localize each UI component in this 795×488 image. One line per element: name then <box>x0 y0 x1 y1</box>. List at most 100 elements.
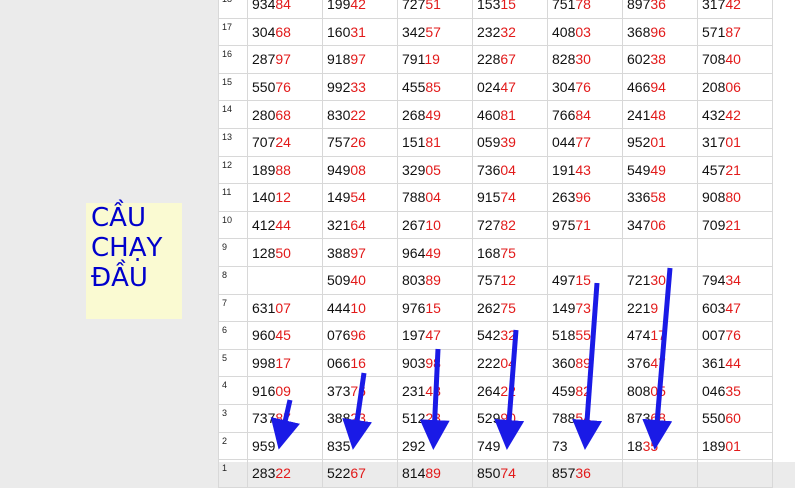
result-cell: 57187 <box>697 17 773 47</box>
table-row: 16 28797 91897 79119 22867 82830 60238 70840 <box>218 45 773 74</box>
result-cell <box>622 459 698 488</box>
result-head-digits: 549 <box>627 161 651 178</box>
result-head-digits: 388 <box>327 244 351 261</box>
result-head-digits: 321 <box>327 217 351 234</box>
result-head-digits: 522 <box>327 465 351 482</box>
results-grid: 1893484199427275115315751788973631742173… <box>218 0 795 488</box>
result-tail-digits: 76 <box>575 79 591 96</box>
result-tail-digits: 19 <box>424 51 440 68</box>
result-head-digits: 814 <box>402 465 426 482</box>
result-head-digits: 791 <box>402 51 425 68</box>
result-tail-digits: 05 <box>650 382 666 399</box>
result-head-digits: 160 <box>327 23 351 40</box>
result-cell: 45982 <box>547 376 623 405</box>
label-line-2: CHẠY <box>91 233 163 263</box>
result-tail-digits: 15 <box>500 0 516 13</box>
result-head-digits: 749 <box>477 437 501 454</box>
result-tail-digits: 40 <box>725 51 741 68</box>
result-tail-digits: 45 <box>275 327 291 344</box>
result-head-digits: 998 <box>252 355 276 372</box>
result-head-digits: 024 <box>477 79 501 96</box>
result-tail-digits: 22 <box>500 382 516 399</box>
result-head-digits: 007 <box>702 327 726 344</box>
result-tail-digits: 06 <box>725 79 741 96</box>
result-tail-digits: 09 <box>275 382 291 399</box>
result-cell: 37376 <box>322 376 398 405</box>
row-number: 17 <box>218 17 248 47</box>
result-tail-digits: 34 <box>725 272 741 289</box>
result-cell: 26849 <box>397 100 473 129</box>
table-row: 6 96045 07696 19747 54232 51855 47417 00776 <box>218 321 773 350</box>
result-cell: 36896 <box>622 17 698 47</box>
result-tail-digits: 87 <box>725 23 741 40</box>
result-tail-digits: 44 <box>725 355 741 372</box>
table-row: 7 63107 44410 97615 26275 14973 2219 60347 <box>218 293 773 323</box>
row-number: 14 <box>218 100 248 129</box>
result-cell: 51223 <box>397 403 473 433</box>
result-tail-digits: 76 <box>725 327 741 344</box>
result-cell: 54949 <box>622 155 698 185</box>
result-head-digits: 408 <box>552 23 576 40</box>
row-number: 1 <box>218 459 248 488</box>
result-tail-digits: 47 <box>725 299 741 316</box>
result-cell: 20806 <box>697 72 773 102</box>
result-cell: 23143 <box>397 376 473 405</box>
result-tail-digits: 07 <box>275 299 291 316</box>
result-tail-digits: 47 <box>650 355 666 372</box>
result-cell: 40803 <box>547 17 623 47</box>
result-cell: 33658 <box>622 183 698 212</box>
result-tail-digits: 82 <box>500 217 516 234</box>
result-cell: 93484 <box>247 0 323 19</box>
result-head-digits: 873 <box>627 410 651 427</box>
result-tail-digits: 55 <box>575 327 591 344</box>
label-line-3: ĐẦU <box>91 263 148 293</box>
result-head-digits: 457 <box>702 161 726 178</box>
result-head-digits: 512 <box>402 410 426 427</box>
result-tail-digits: 67 <box>500 51 516 68</box>
result-tail-digits: 08 <box>350 161 366 178</box>
result-cell: 26275 <box>472 293 548 323</box>
result-cell: 70840 <box>697 45 773 74</box>
result-cell: 835 <box>322 431 398 461</box>
row-number: 5 <box>218 348 248 378</box>
result-head-digits: 976 <box>402 299 426 316</box>
table-row: 10 41244 32164 26710 72782 97571 34706 70921 <box>218 210 773 240</box>
result-tail-digits: 77 <box>575 134 591 151</box>
result-head-digits: 191 <box>552 161 576 178</box>
result-tail-digits: 68 <box>275 23 291 40</box>
result-head-digits: 992 <box>327 79 351 96</box>
result-tail-digits: 17 <box>650 327 666 344</box>
result-cell: 76684 <box>547 100 623 129</box>
result-tail-digits: 42 <box>350 0 366 13</box>
result-head-digits: 721 <box>627 272 651 289</box>
result-head-digits: 897 <box>627 0 651 13</box>
result-head-digits: 151 <box>402 134 426 151</box>
result-tail-digits: 84 <box>275 0 291 13</box>
result-cell: 19747 <box>397 321 473 350</box>
result-cell: 91574 <box>472 183 548 212</box>
result-head-digits: 268 <box>402 106 426 123</box>
table-row: 2 959 835 292 749 73 1835 18901 <box>218 431 773 461</box>
result-head-digits: 766 <box>552 106 576 123</box>
result-tail-digits: 24 <box>275 134 291 151</box>
result-tail-digits: 48 <box>650 106 666 123</box>
result-head-digits: 361 <box>702 355 726 372</box>
result-head-digits: 708 <box>702 51 726 68</box>
result-head-digits: 727 <box>402 0 426 13</box>
result-cell: 83022 <box>322 100 398 129</box>
result-cell: 19143 <box>547 155 623 185</box>
result-tail-digits: 84 <box>575 106 591 123</box>
result-head-digits: 317 <box>702 0 726 13</box>
row-number: 13 <box>218 127 248 157</box>
result-cell: 75712 <box>472 265 548 295</box>
table-row: 12 18988 94908 32905 73604 19143 54949 45721 <box>218 155 773 185</box>
result-head-digits: 189 <box>702 437 726 454</box>
table-row: 11 14012 14954 78804 91574 26396 33658 90880 <box>218 183 773 212</box>
result-head-digits: 140 <box>252 189 276 206</box>
result-head-digits: 153 <box>477 0 501 13</box>
result-tail-digits: 43 <box>575 161 591 178</box>
result-cell: 91609 <box>247 376 323 405</box>
result-cell: 14012 <box>247 183 323 212</box>
result-head-digits: 317 <box>702 134 726 151</box>
result-cell: 23232 <box>472 17 548 47</box>
